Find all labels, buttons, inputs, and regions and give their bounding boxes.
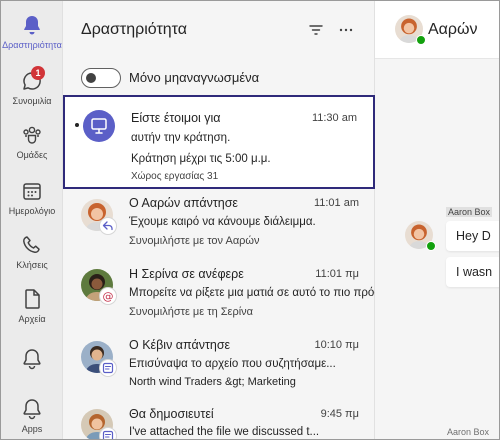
activity-item-title: Ο Ααρών απάντησε: [129, 196, 238, 210]
reply-badge: [99, 217, 117, 235]
rail-item-teams[interactable]: Ομάδες: [1, 123, 63, 160]
activity-item[interactable]: @ Η Σερίνα σε ανέφερε 11:01 πμ Μπορείτε …: [63, 263, 491, 327]
calendar-icon: [23, 183, 41, 200]
rail-label-activity: Δραστηριότητα: [2, 40, 62, 50]
message-sender: Aaron Box: [446, 207, 493, 217]
rail-item-notifications[interactable]: [1, 347, 63, 371]
rail-label-apps: Apps: [21, 424, 43, 434]
more-options-icon[interactable]: [335, 19, 357, 41]
rail-label-teams: Ομάδες: [16, 150, 48, 160]
activity-item[interactable]: Θα δημοσιευτεί 9:45 πμ I've attached the…: [63, 405, 375, 439]
phone-icon: [23, 236, 40, 253]
rail-item-apps[interactable]: Apps: [1, 397, 63, 434]
rail-label-calendar: Ημερολόγιο: [8, 206, 56, 216]
file-icon: [25, 289, 40, 309]
teams-window: Δραστηριότητα 1 Συνομιλία Ομάδες Ημερολό…: [0, 0, 500, 440]
toggle-knob: [86, 73, 96, 83]
app-rail: Δραστηριότητα 1 Συνομιλία Ομάδες Ημερολό…: [1, 1, 63, 439]
activity-item-time: 10:10 πμ: [314, 339, 359, 351]
activity-item-subtext: Συνομιλήστε με τη Σερίνα: [129, 306, 254, 318]
chat-header: Ααρών: [375, 1, 499, 59]
rail-label-files: Αρχεία: [18, 314, 46, 324]
activity-item-text: αυτήν την κράτηση.: [131, 132, 231, 144]
chat-messages: Aaron Box Hey D I wasn: [375, 59, 499, 439]
bell-icon: [23, 399, 41, 420]
rail-label-chat: Συνομιλία: [12, 96, 52, 106]
activity-item-text: I've attached the file we discussed t...: [129, 426, 320, 438]
mention-icon: @: [103, 290, 114, 303]
rail-item-calendar[interactable]: Ημερολόγιο: [1, 179, 63, 216]
post-badge: [99, 427, 117, 439]
post-icon: [102, 430, 114, 439]
rail-item-activity[interactable]: Δραστηριότητα: [1, 13, 63, 50]
activity-item-time: 11:30 am: [311, 112, 357, 124]
activity-item[interactable]: Είστε έτοιμοι για 11:30 am αυτήν την κρά…: [63, 95, 375, 189]
chat-contact-name: Ααρών: [428, 21, 478, 38]
activity-item-text: Κράτηση μέχρι τις 5:00 μ.μ.: [131, 153, 271, 165]
activity-item-title: Είστε έτοιμοι για: [131, 111, 221, 125]
chat-unread-badge: 1: [31, 66, 45, 80]
activity-item-text: Επισύναψα το αρχείο που συζητήσαμε...: [129, 358, 336, 370]
chat-area: Ααρών Aaron Box Hey D I wasn Aaron Box: [375, 1, 499, 439]
activity-item-subtext: North wind Traders &gt; Marketing: [129, 376, 296, 388]
activity-item[interactable]: Ο Κέβιν απάντησε 10:10 πμ Επισύναψα το α…: [63, 335, 375, 399]
page-title: Δραστηριότητα: [81, 21, 188, 38]
svg-text:@: @: [103, 290, 114, 303]
booking-avatar: [83, 110, 115, 142]
rail-item-files[interactable]: Αρχεία: [1, 287, 63, 324]
bell-icon: [24, 16, 40, 35]
activity-item-subtext: Χώρος εργασίας 31: [131, 171, 219, 182]
mention-badge: @: [99, 287, 117, 305]
message-sender: Aaron Box: [447, 427, 490, 437]
desk-icon: [91, 118, 107, 134]
filter-icon[interactable]: [305, 19, 327, 41]
channel-icon: [102, 362, 114, 374]
rail-label-calls: Κλήσεις: [16, 260, 48, 270]
channel-reply-badge: [99, 359, 117, 377]
presence-available-icon: [416, 35, 426, 45]
activity-item-title: Ο Κέβιν απάντησε: [129, 338, 231, 352]
unread-only-toggle-row: Μόνο μηαναγνωσμένα: [81, 67, 361, 89]
activity-item[interactable]: Ο Ααρών απάντησε 11:01 am Έχουμε καιρό ν…: [63, 193, 375, 257]
unread-only-toggle[interactable]: [81, 68, 121, 88]
activity-pane: Δραστηριότητα Μόνο μηαναγνωσμένα Είστε έ…: [63, 1, 491, 439]
rail-item-chat[interactable]: 1 Συνομιλία: [1, 66, 63, 106]
presence-available-icon: [426, 241, 436, 251]
message-bubble: I wasn: [446, 257, 499, 287]
activity-item-time: 11:01 πμ: [315, 268, 359, 280]
activity-item-subtext: Συνομιλήστε με τον Ααρών: [129, 235, 260, 247]
message-bubble: Hey D: [446, 221, 499, 251]
activity-item-time: 11:01 am: [313, 197, 359, 209]
unread-only-label: Μόνο μηαναγνωσμένα: [129, 70, 260, 85]
activity-item-text: Έχουμε καιρό να κάνουμε διάλειμμα.: [129, 216, 316, 228]
teams-icon: [23, 126, 41, 144]
activity-item-time: 9:45 πμ: [320, 408, 359, 420]
unread-dot: [75, 123, 79, 127]
reply-icon: [102, 221, 113, 231]
activity-item-title: Η Σερίνα σε ανέφερε: [129, 267, 244, 281]
activity-item-title: Θα δημοσιευτεί: [129, 407, 214, 421]
rail-item-calls[interactable]: Κλήσεις: [1, 233, 63, 270]
bell-icon: [23, 349, 41, 370]
